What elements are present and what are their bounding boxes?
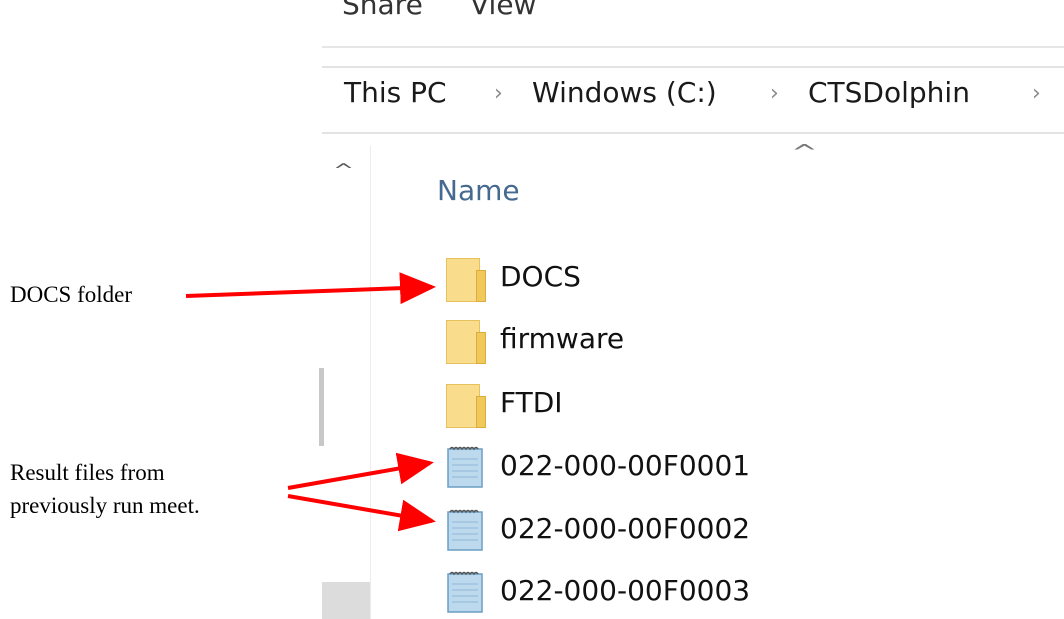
result-file-arrow-1 bbox=[287, 452, 434, 490]
annotation-arrows bbox=[185, 272, 436, 532]
docs-arrow bbox=[185, 272, 436, 305]
result-file-arrow-2 bbox=[287, 494, 436, 532]
